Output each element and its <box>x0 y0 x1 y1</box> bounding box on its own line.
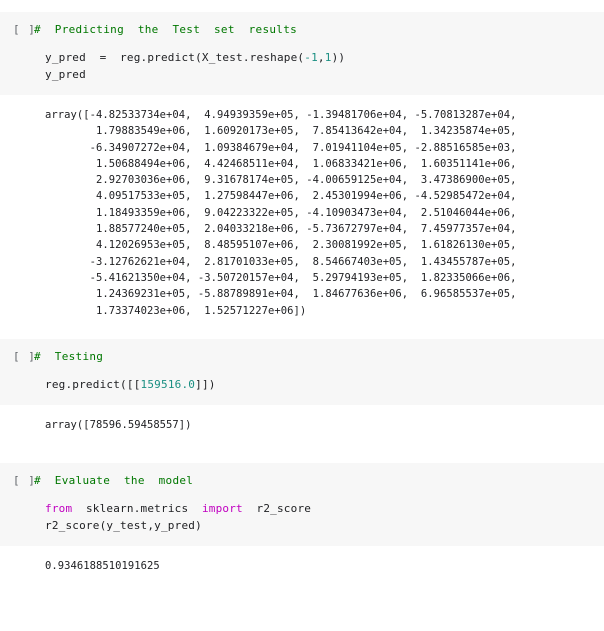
output-line: 0.9346188510191625 <box>45 560 160 573</box>
code-token-plain: y_pred <box>45 68 86 81</box>
cell-header-row: [ ] # Testing <box>0 339 604 363</box>
notebook-cells-container: [ ] # Predicting the Test set results y_pr… <box>0 12 604 585</box>
code-cell[interactable]: [ ] # Evaluate the model from sklearn.metr… <box>0 463 604 547</box>
code-line: reg.predict([[159516.0]]) <box>45 376 604 393</box>
cell-output: array([78596.59458557]) <box>0 404 604 444</box>
output-line: array([78596.59458557]) <box>45 418 192 431</box>
code-token-keyword: import <box>201 502 243 516</box>
cell-gap <box>0 443 604 463</box>
run-cell-button[interactable]: [ ] <box>0 350 35 363</box>
code-editor[interactable]: from sklearn.metrics import r2_score r2_s… <box>0 487 604 546</box>
output-line: 2.92703036e+06, 9.31678174e+05, -4.00659… <box>45 174 517 187</box>
code-token-plain: )) <box>331 51 346 64</box>
cell-output: array([-4.82533734e+04, 4.94939359e+05, … <box>0 95 604 329</box>
output-line: 1.24369231e+05, -5.88789891e+04, 1.84677… <box>45 288 517 301</box>
code-comment: # Evaluate the model <box>34 474 194 488</box>
output-line: array([-4.82533734e+04, 4.94939359e+05, … <box>45 109 517 121</box>
code-line: from sklearn.metrics import r2_score <box>45 500 604 517</box>
code-token-plain: , <box>317 51 325 64</box>
code-token-plain: sklearn.metrics <box>72 502 202 516</box>
code-token-number: -1 <box>304 51 318 64</box>
output-line: -5.41621350e+04, -3.50720157e+04, 5.2979… <box>45 271 517 284</box>
code-token-plain: y_pred = reg.predict(X_test.reshape( <box>45 51 305 64</box>
code-editor[interactable]: reg.predict([[159516.0]]) <box>0 363 604 405</box>
code-token-plain: reg.predict([[ <box>45 377 141 391</box>
code-token-plain: r2_score <box>242 502 312 516</box>
run-cell-button[interactable]: [ ] <box>0 23 35 36</box>
code-line: y_pred <box>45 66 604 83</box>
output-line: 1.88577240e+05, 2.04033218e+06, -5.73672… <box>45 223 517 236</box>
output-line: 4.12026953e+05, 8.48595107e+06, 2.300819… <box>45 239 517 252</box>
output-line: -3.12762621e+04, 2.81701033e+05, 8.54667… <box>45 255 517 268</box>
top-spacer <box>0 0 604 12</box>
code-token-number: 159516.0 <box>140 377 196 391</box>
cell-header-row: [ ] # Evaluate the model <box>0 463 604 487</box>
code-cell[interactable]: [ ] # Testing reg.predict([[159516.0]]) <box>0 338 604 405</box>
code-token-keyword: from <box>45 502 73 516</box>
code-token-number: 1 <box>324 51 332 64</box>
output-line: 4.09517533e+05, 1.27598447e+06, 2.453019… <box>45 190 517 203</box>
output-line: -6.34907272e+04, 1.09384679e+04, 7.01941… <box>45 141 517 154</box>
cell-output: 0.9346188510191625 <box>0 546 604 585</box>
cell-gap <box>0 329 604 339</box>
notebook-page: [ ] # Predicting the Test set results y_pr… <box>0 0 604 631</box>
output-line: 1.18493359e+06, 9.04223322e+05, -4.10903… <box>45 206 517 219</box>
code-line: r2_score(y_test,y_pred) <box>45 517 604 534</box>
output-line: 1.73374023e+06, 1.52571227e+06]) <box>45 304 307 317</box>
output-line: 1.50688494e+06, 4.42468511e+04, 1.068334… <box>45 157 517 170</box>
code-token-plain: r2_score(y_test,y_pred) <box>45 519 202 533</box>
code-cell[interactable]: [ ] # Predicting the Test set results y_pr… <box>0 12 604 95</box>
output-line: 1.79883549e+06, 1.60920173e+05, 7.854136… <box>45 125 517 138</box>
code-token-plain: ]]) <box>195 377 216 391</box>
code-editor[interactable]: y_pred = reg.predict(X_test.reshape(-1,1… <box>0 36 604 95</box>
code-comment: # Testing <box>34 349 104 363</box>
run-cell-button[interactable]: [ ] <box>0 474 35 487</box>
code-comment: # Predicting the Test set results <box>34 23 298 36</box>
code-line: y_pred = reg.predict(X_test.reshape(-1,1… <box>45 49 604 66</box>
cell-header-row: [ ] # Predicting the Test set results <box>0 12 604 36</box>
